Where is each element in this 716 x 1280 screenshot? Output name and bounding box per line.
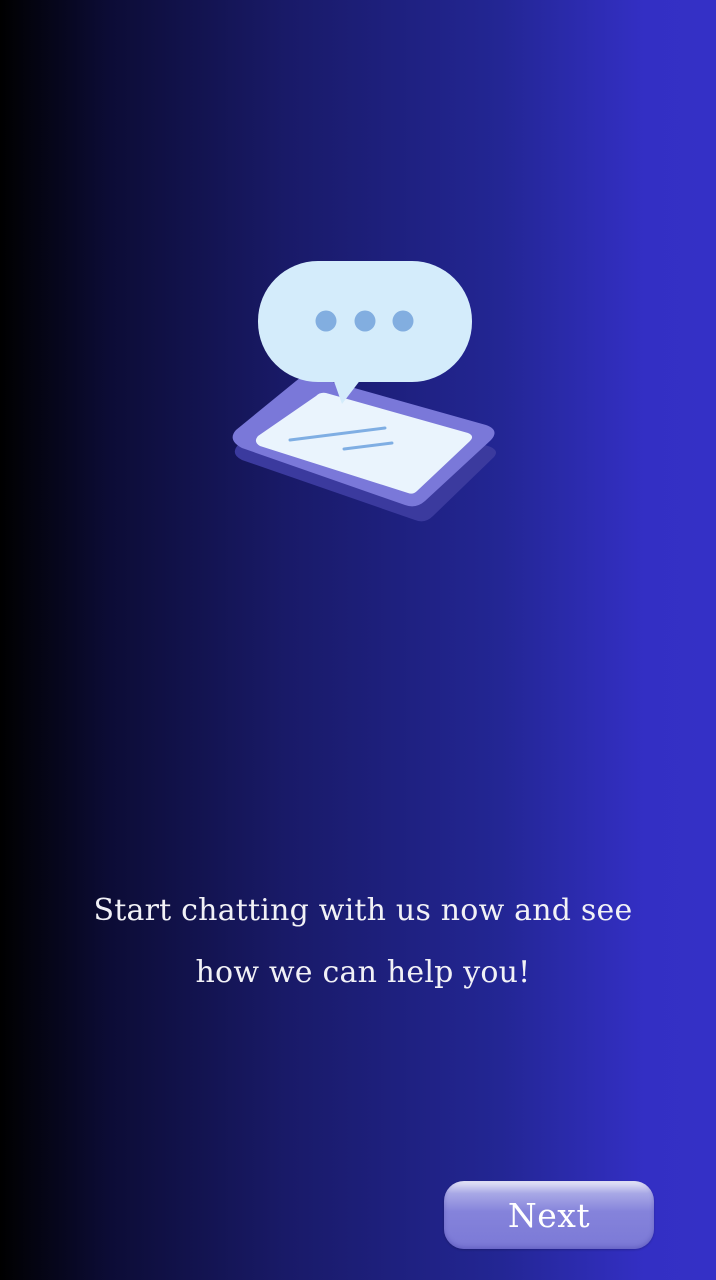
message-line-2: how we can help you! — [195, 955, 531, 990]
next-button[interactable]: Next — [444, 1181, 654, 1249]
next-button-label: Next — [507, 1195, 591, 1235]
onboarding-message: Start chatting with us now and see how w… — [60, 880, 666, 1004]
chat-bubble-tablet-icon — [220, 250, 510, 540]
message-line-1: Start chatting with us now and see — [93, 893, 633, 928]
